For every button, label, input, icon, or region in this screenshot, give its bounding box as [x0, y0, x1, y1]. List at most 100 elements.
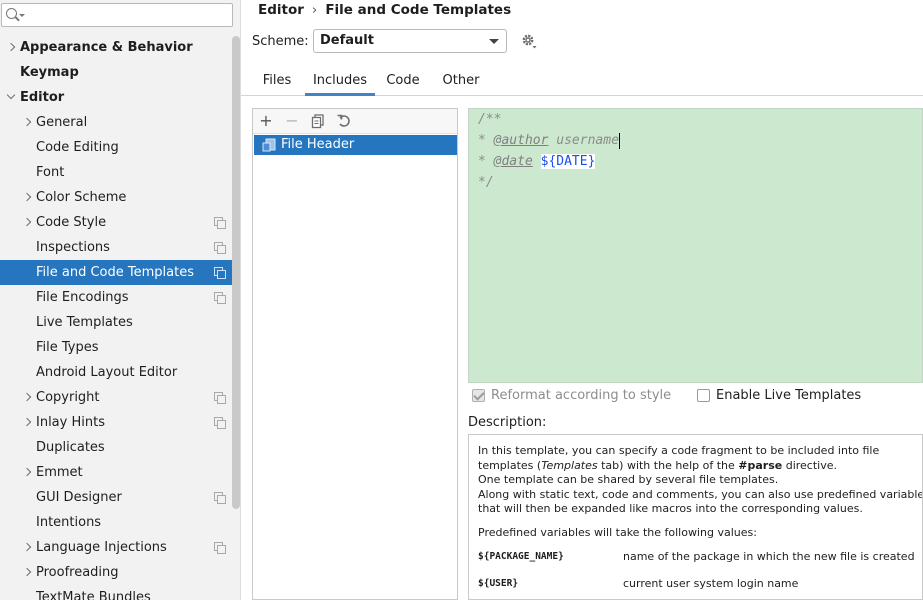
chevron-right-icon[interactable] — [22, 210, 34, 235]
description-text: templates ( — [478, 458, 542, 472]
project-level-icon — [214, 417, 226, 429]
sidebar-item-label: Duplicates — [36, 440, 105, 455]
description-panel: In this template, you can specify a code… — [468, 434, 923, 600]
search-history-dropdown-icon[interactable] — [19, 14, 25, 17]
sidebar-item-label: Code Style — [36, 215, 107, 230]
sidebar-item-inspections[interactable]: Inspections — [0, 235, 240, 260]
sidebar-item-label: Emmet — [36, 465, 83, 480]
sidebar-item-general[interactable]: General — [0, 110, 240, 135]
comment-open: /** — [478, 112, 502, 127]
sidebar-item-android-layout-editor[interactable]: Android Layout Editor — [0, 360, 240, 385]
sidebar-item-copyright[interactable]: Copyright — [0, 385, 240, 410]
chevron-right-icon[interactable] — [22, 560, 34, 585]
project-level-icon — [214, 392, 226, 404]
template-tabs: Files Includes Code Other — [241, 68, 923, 96]
description-text: directive. — [782, 458, 837, 472]
description-emphasis: Templates — [541, 458, 598, 472]
description-line: Predefined variables will take the follo… — [478, 526, 757, 539]
sidebar-item-intentions[interactable]: Intentions — [0, 510, 240, 535]
code-line: */ — [478, 173, 494, 193]
sidebar-item-file-and-code-templates[interactable]: File and Code Templates — [0, 260, 240, 285]
description-text: tab) with the help of the — [597, 458, 739, 472]
description-line: that will then be expanded like macros i… — [478, 502, 863, 515]
chevron-right-icon[interactable] — [22, 110, 34, 135]
chevron-down-icon[interactable] — [6, 85, 18, 110]
template-code-editor[interactable]: /** * @author username * @date ${DATE} *… — [468, 108, 923, 383]
template-list-pane: + − File Header — [252, 108, 458, 600]
tab-code[interactable]: Code — [380, 68, 426, 96]
chevron-right-icon[interactable] — [22, 535, 34, 560]
project-level-icon — [214, 267, 226, 279]
sidebar-item-editor[interactable]: Editor — [0, 85, 240, 110]
chevron-right-icon[interactable] — [22, 410, 34, 435]
sidebar-item-file-encodings[interactable]: File Encodings — [0, 285, 240, 310]
variable-name-text: ${PACKAGE_NAME} — [478, 551, 564, 562]
copy-icon[interactable] — [309, 112, 327, 130]
tab-includes[interactable]: Includes — [305, 68, 375, 96]
sidebar-item-language-injections[interactable]: Language Injections — [0, 535, 240, 560]
scheme-select[interactable]: Default — [313, 29, 507, 53]
sidebar-item-file-types[interactable]: File Types — [0, 335, 240, 360]
live-templates-checkbox[interactable] — [697, 389, 710, 402]
variable-desc: current user system login name — [623, 577, 799, 590]
sidebar-item-label: File and Code Templates — [36, 265, 194, 280]
sidebar-item-code-style[interactable]: Code Style — [0, 210, 240, 235]
sidebar-item-gui-designer[interactable]: GUI Designer — [0, 485, 240, 510]
add-template-button[interactable]: + — [257, 112, 275, 130]
project-level-icon — [214, 242, 226, 254]
sidebar-item-label: Inspections — [36, 240, 110, 255]
sidebar-item-textmate-bundles[interactable]: TextMate Bundles — [0, 585, 240, 600]
sidebar-item-proofreading[interactable]: Proofreading — [0, 560, 240, 585]
remove-template-button[interactable]: − — [283, 112, 301, 130]
settings-sidebar: Appearance & Behavior Keymap Editor General… — [0, 0, 241, 600]
gear-icon[interactable] — [521, 33, 537, 49]
chevron-right-icon[interactable] — [22, 185, 34, 210]
tab-files[interactable]: Files — [253, 68, 301, 96]
variable-name: ${USER} — [478, 576, 518, 592]
description-label: Description: — [468, 415, 547, 430]
sidebar-item-emmet[interactable]: Emmet — [0, 460, 240, 485]
chevron-down-icon — [489, 39, 499, 44]
reformat-label: Reformat according to style — [491, 388, 672, 403]
tab-other[interactable]: Other — [436, 68, 486, 96]
description-line: In this template, you can specify a code… — [478, 444, 880, 457]
project-level-icon — [214, 542, 226, 554]
project-level-icon — [214, 492, 226, 504]
template-name: File Header — [281, 137, 355, 152]
sidebar-item-keymap[interactable]: Keymap — [0, 60, 240, 85]
sidebar-item-duplicates[interactable]: Duplicates — [0, 435, 240, 460]
search-input[interactable] — [1, 3, 233, 27]
sidebar-item-inlay-hints[interactable]: Inlay Hints — [0, 410, 240, 435]
sidebar-item-color-scheme[interactable]: Color Scheme — [0, 185, 240, 210]
chevron-right-icon[interactable] — [22, 385, 34, 410]
sidebar-item-label: Android Layout Editor — [36, 365, 178, 380]
search-icon — [6, 8, 17, 19]
chevron-right-icon[interactable] — [6, 35, 18, 60]
javadoc-tag: @date — [493, 154, 533, 169]
sidebar-item-live-templates[interactable]: Live Templates — [0, 310, 240, 335]
reformat-checkbox[interactable] — [472, 389, 485, 402]
breadcrumb-parent[interactable]: Editor — [258, 2, 304, 18]
sidebar-item-font[interactable]: Font — [0, 160, 240, 185]
sidebar-item-label: Appearance & Behavior — [20, 40, 193, 55]
sidebar-item-label: Code Editing — [36, 140, 119, 155]
scheme-select-value: Default — [320, 33, 374, 48]
sidebar-item-appearance-behavior[interactable]: Appearance & Behavior — [0, 35, 240, 60]
variable-desc: name of the package in which the new fil… — [623, 550, 915, 563]
file-template-icon — [262, 138, 276, 152]
sidebar-item-code-editing[interactable]: Code Editing — [0, 135, 240, 160]
javadoc-tag: @author — [493, 133, 549, 148]
sidebar-scrollbar[interactable] — [232, 36, 240, 509]
breadcrumb-separator: › — [311, 2, 318, 18]
chevron-right-icon[interactable] — [22, 460, 34, 485]
template-list-item[interactable]: File Header — [254, 135, 457, 155]
sidebar-item-label: General — [36, 115, 88, 130]
tab-label: Files — [262, 73, 292, 88]
sidebar-item-label: File Types — [36, 340, 99, 355]
sidebar-item-label: File Encodings — [36, 290, 129, 305]
sidebar-item-label: Color Scheme — [36, 190, 127, 205]
sidebar-item-label: Keymap — [20, 65, 79, 80]
reset-icon[interactable] — [335, 112, 353, 130]
sidebar-item-label: Font — [36, 165, 65, 180]
